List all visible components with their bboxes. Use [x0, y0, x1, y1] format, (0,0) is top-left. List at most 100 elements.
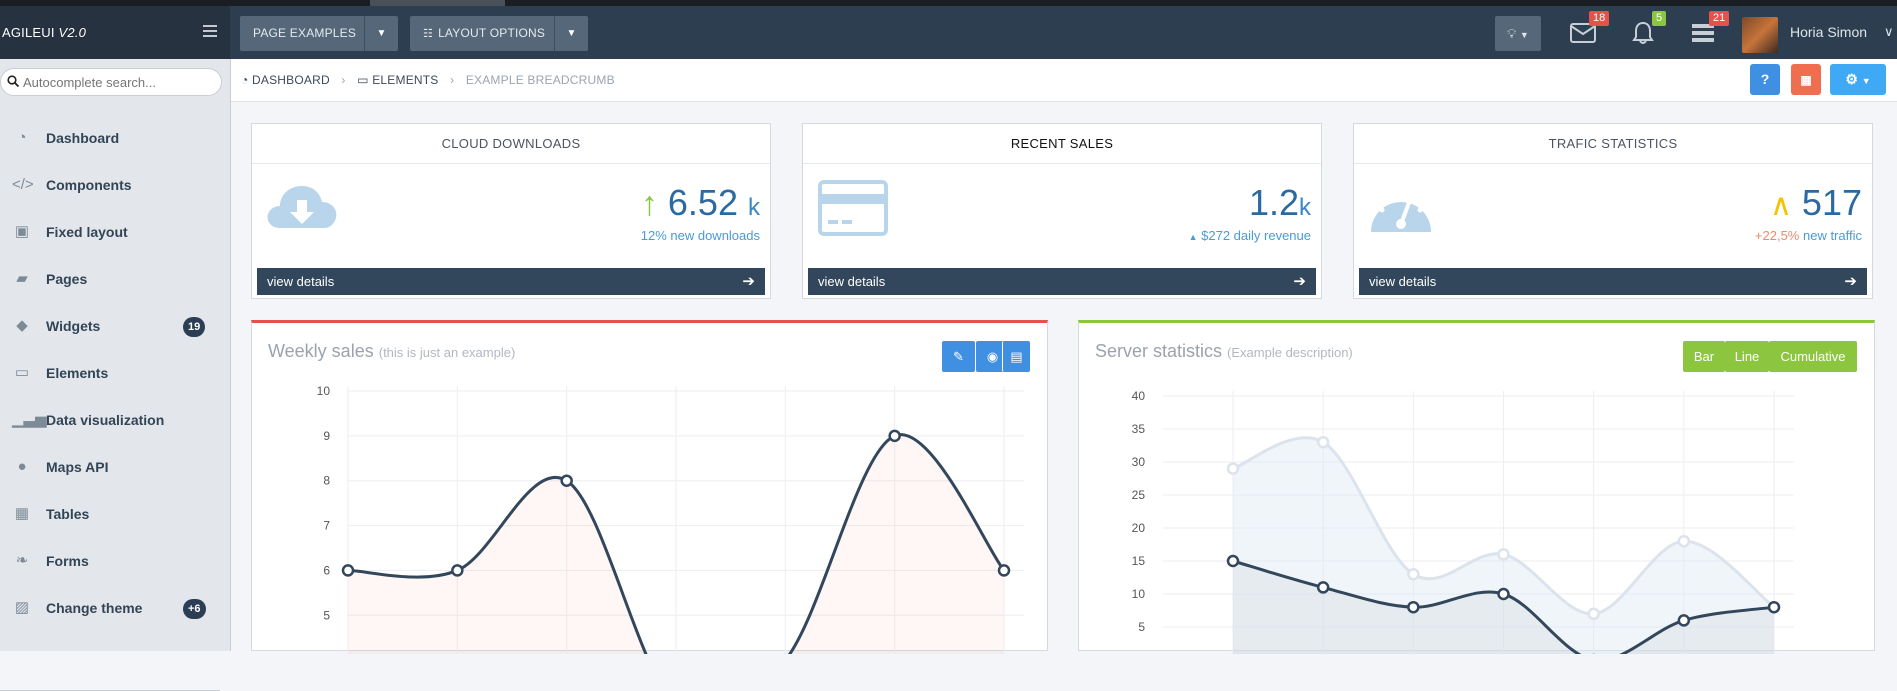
- y-tick-label: 7: [323, 519, 330, 533]
- arrow-right-icon: ➔: [1293, 273, 1306, 290]
- page-examples-label: PAGE EXAMPLES: [253, 26, 357, 40]
- sidebar-item-components[interactable]: </> Components: [0, 162, 231, 209]
- recent-sales-card: RECENT SALES 1.2k ▲ $272 daily revenue v…: [802, 123, 1322, 299]
- arrow-up-icon: ↑: [640, 185, 658, 223]
- question-icon: ?: [1760, 71, 1770, 87]
- widgets-count-badge: 19: [183, 317, 206, 337]
- menu-toggle-icon[interactable]: [203, 25, 217, 37]
- help-button[interactable]: ?: [1750, 64, 1780, 95]
- search-input[interactable]: [23, 73, 213, 91]
- y-tick-label: 40: [1132, 389, 1146, 403]
- trafic-statistics-card: TRAFIC STATISTICS ∧ 517 +22,5% new traff…: [1353, 123, 1873, 299]
- data-point: [560, 474, 573, 487]
- caret-up-icon: ▲: [1188, 232, 1198, 242]
- arrow-right-icon: ➔: [1844, 273, 1857, 290]
- layout-options-button[interactable]: ☷ LAYOUT OPTIONS ▼: [410, 16, 588, 51]
- sidebar-item-label: Widgets: [46, 318, 101, 334]
- sales-unit: k: [1299, 194, 1311, 221]
- y-tick-label: 9: [323, 429, 330, 443]
- y-tick-label: 8: [323, 474, 330, 488]
- downloads-value: ↑ 6.52 k: [641, 182, 760, 224]
- dashboard-icon: ◔: [241, 73, 249, 87]
- sitemap-icon: ☷: [423, 28, 434, 40]
- traffic-sub: +22,5% new traffic: [1755, 228, 1862, 243]
- breadcrumb-label: DASHBOARD: [252, 73, 330, 87]
- traffic-number: 517: [1801, 182, 1862, 223]
- sidebar-item-label: Change theme: [46, 600, 143, 616]
- chevron-right-icon: ›: [450, 73, 455, 87]
- breadcrumb: ◔ DASHBOARD › ▭ ELEMENTS › EXAMPLE BREAD…: [241, 73, 623, 87]
- downloads-number: 6.52: [667, 182, 738, 223]
- sidebar-item-elements[interactable]: ▭ Elements: [0, 350, 231, 397]
- view-details-label: view details: [818, 274, 886, 289]
- view-details-link[interactable]: view details ➔: [257, 268, 765, 295]
- weekly-sales-panel: Weekly sales (this is just an example) ✎…: [251, 320, 1048, 654]
- data-point: [888, 429, 901, 443]
- sidebar-item-dashboard[interactable]: ◔ Dashboard: [0, 115, 231, 162]
- sidebar-item-label: Fixed layout: [46, 224, 128, 240]
- chevron-up-icon: ∧: [1769, 189, 1792, 222]
- envelope-icon: [1570, 23, 1596, 43]
- brand-logo[interactable]: AGILEUI V2.0: [0, 6, 230, 59]
- sidebar-item-label: Data visualization: [46, 412, 165, 428]
- sidebar-item-fixed-layout[interactable]: ▣ Fixed layout: [0, 209, 231, 256]
- breadcrumb-current: EXAMPLE BREADCRUMB: [465, 73, 615, 87]
- sidebar-item-maps-api[interactable]: ● Maps API: [0, 444, 231, 491]
- chevron-down-icon: ▼: [1861, 76, 1871, 86]
- data-point: [1767, 600, 1781, 614]
- notifications-badge: 5: [1652, 11, 1667, 26]
- chevron-right-icon: ›: [341, 73, 346, 87]
- data-point: [1226, 462, 1240, 475]
- chevron-down-icon[interactable]: ▼: [364, 16, 398, 51]
- arrow-right-icon: ➔: [742, 273, 755, 290]
- view-details-label: view details: [267, 274, 335, 289]
- sidebar-item-label: Maps API: [46, 459, 109, 475]
- y-tick-label: 4: [323, 653, 330, 654]
- lightbulb-dropdown[interactable]: 💡︎ ▼: [1495, 16, 1541, 51]
- calendar-icon: ▦: [1800, 73, 1812, 87]
- calendar-button[interactable]: ▦: [1791, 64, 1821, 95]
- y-tick-label: 5: [1138, 620, 1145, 634]
- sidebar-item-pages[interactable]: ▰ Pages: [0, 256, 231, 303]
- data-point: [1677, 614, 1691, 627]
- sidebar-item-label: Dashboard: [46, 130, 120, 146]
- y-tick-label: 10: [1132, 587, 1146, 601]
- user-name: Horia Simon: [1790, 24, 1868, 40]
- data-point: [1497, 548, 1510, 561]
- image-icon: ▨: [14, 599, 30, 616]
- sidebar-item-widgets[interactable]: ◆ Widgets 19: [0, 303, 231, 350]
- chevron-down-icon: ∨: [1884, 24, 1894, 39]
- sales-sub: ▲ $272 daily revenue: [1189, 228, 1311, 243]
- layout-options-label: LAYOUT OPTIONS: [438, 26, 546, 40]
- y-tick-label: 15: [1132, 554, 1146, 568]
- settings-dropdown-button[interactable]: ⚙ ▼: [1830, 64, 1886, 95]
- avatar: [1742, 17, 1778, 53]
- messages-badge: 18: [1589, 11, 1610, 26]
- card-title: TRAFIC STATISTICS: [1354, 124, 1872, 164]
- y-tick-label: 6: [323, 563, 330, 577]
- server-statistics-chart: 5 10 15 20 25 30 35 40: [1132, 389, 1794, 654]
- breadcrumb-dashboard[interactable]: ◔ DASHBOARD: [241, 73, 330, 87]
- laptop-icon: ▭: [14, 364, 30, 381]
- user-menu[interactable]: Horia Simon ∨: [1742, 14, 1897, 54]
- sidebar-item-forms[interactable]: ❧ Forms: [0, 538, 231, 585]
- y-tick-label: 10: [317, 384, 331, 398]
- gear-icon: ⚙: [1845, 71, 1858, 87]
- brand-name: AGILEUI: [2, 25, 55, 40]
- code-icon: </>: [12, 176, 34, 193]
- breadcrumb-elements[interactable]: ▭ ELEMENTS: [357, 73, 438, 87]
- chevron-down-icon[interactable]: ▼: [554, 16, 588, 51]
- traffic-percent: +22,5%: [1754, 228, 1800, 243]
- view-details-link[interactable]: view details ➔: [1359, 268, 1867, 295]
- sidebar-item-change-theme[interactable]: ▨ Change theme +6: [0, 585, 231, 632]
- y-tick-label: 30: [1132, 455, 1146, 469]
- y-tick-label: 5: [323, 608, 330, 622]
- sidebar-item-data-visualization[interactable]: ▁▃▅ Data visualization: [0, 397, 231, 444]
- folder-icon: ▰: [16, 270, 28, 287]
- card-title: RECENT SALES: [803, 124, 1321, 164]
- sidebar-item-tables[interactable]: ▦ Tables: [0, 491, 231, 538]
- cloud-downloads-card: CLOUD DOWNLOADS ↑ 6.52 k 12% new downloa…: [251, 123, 771, 299]
- search-icon: [7, 75, 19, 87]
- view-details-link[interactable]: view details ➔: [808, 268, 1316, 295]
- page-examples-button[interactable]: PAGE EXAMPLES ▼: [240, 16, 398, 51]
